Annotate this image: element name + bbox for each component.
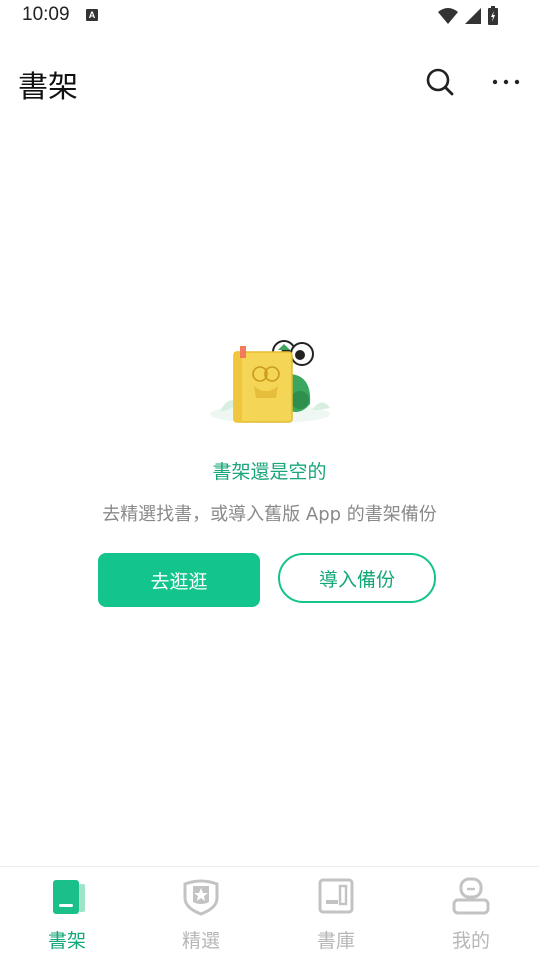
empty-state-title: 書架還是空的 [212,461,327,483]
search-button[interactable] [424,66,456,98]
app-bar: 書架 [0,52,539,112]
status-bar: 10:09 A [0,0,539,34]
profile-icon [452,877,490,915]
tab-label: 精選 [181,930,220,952]
more-horizontal-icon [492,79,520,85]
bookshelf-icon [53,880,85,914]
empty-state-description: 去精選找書，或導入舊版 App 的書架備份 [102,504,437,525]
wifi-icon [438,8,458,24]
notification-badge: A [86,9,98,21]
tab-bookshelf[interactable]: 書架 [0,867,134,960]
frog-with-book-illustration [210,340,330,423]
tab-profile[interactable]: 我的 [404,867,538,960]
battery-icon [488,6,498,25]
status-icons [437,6,499,26]
tab-label: 我的 [451,930,490,952]
tab-label: 書架 [47,930,86,952]
book [233,346,293,423]
browse-button[interactable]: 去逛逛 [98,553,260,607]
tab-featured[interactable]: 精選 [134,867,268,960]
tab-label: 書庫 [316,930,355,952]
more-options-button[interactable] [490,66,522,98]
page-title: 書架 [18,70,78,105]
search-icon [426,68,454,96]
featured-badge-icon [183,879,219,916]
library-icon [318,878,354,914]
status-time: 10:09 [22,4,70,25]
signal-icon [465,8,481,24]
tab-library[interactable]: 書庫 [269,867,403,960]
import-backup-button[interactable]: 導入備份 [278,553,436,603]
bottom-tab-bar: 書架 精選 書庫 我的 [0,866,539,960]
